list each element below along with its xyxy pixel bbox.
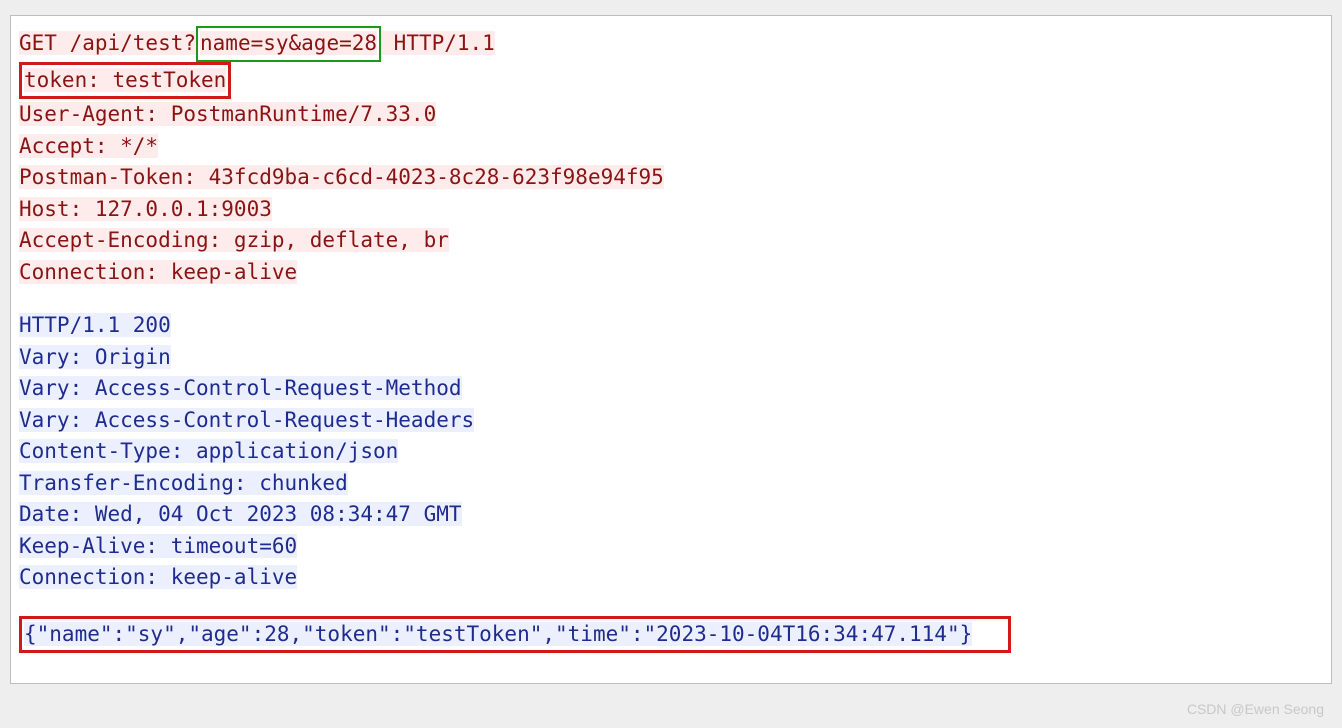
response-header: Connection: keep-alive: [19, 565, 297, 589]
request-header: Host: 127.0.0.1:9003: [19, 197, 272, 221]
request-line: GET /api/test?name=sy&age=28 HTTP/1.1: [19, 26, 1323, 62]
response-header: Date: Wed, 04 Oct 2023 08:34:47 GMT: [19, 502, 462, 526]
request-header: User-Agent: PostmanRuntime/7.33.0: [19, 102, 436, 126]
request-header: Accept-Encoding: gzip, deflate, br: [19, 228, 449, 252]
request-header: Postman-Token: 43fcd9ba-c6cd-4023-8c28-6…: [19, 165, 664, 189]
response-header: Keep-Alive: timeout=60: [19, 534, 297, 558]
request-method-path: GET /api/test?: [19, 31, 196, 55]
response-header: Vary: Access-Control-Request-Method: [19, 376, 462, 400]
response-body-highlight: {"name":"sy","age":28,"token":"testToken…: [19, 616, 1011, 654]
response-header: Vary: Origin: [19, 345, 171, 369]
token-header-highlight: token: testToken: [19, 62, 231, 100]
request-header: Connection: keep-alive: [19, 260, 297, 284]
request-http-version: HTTP/1.1: [381, 31, 495, 55]
watermark: CSDN @Ewen Seong: [1187, 699, 1324, 720]
query-string-highlight: name=sy&age=28: [196, 26, 381, 62]
token-header: token: testToken: [24, 68, 226, 92]
query-string: name=sy&age=28: [200, 31, 377, 55]
token-header-line: token: testToken: [19, 62, 1323, 100]
response-body: {"name":"sy","age":28,"token":"testToken…: [24, 622, 972, 646]
request-header: Accept: */*: [19, 134, 158, 158]
response-status: HTTP/1.1 200: [19, 313, 171, 337]
response-header: Content-Type: application/json: [19, 439, 398, 463]
response-header: Vary: Access-Control-Request-Headers: [19, 408, 474, 432]
http-trace-panel: GET /api/test?name=sy&age=28 HTTP/1.1 to…: [10, 15, 1332, 684]
response-header: Transfer-Encoding: chunked: [19, 471, 348, 495]
